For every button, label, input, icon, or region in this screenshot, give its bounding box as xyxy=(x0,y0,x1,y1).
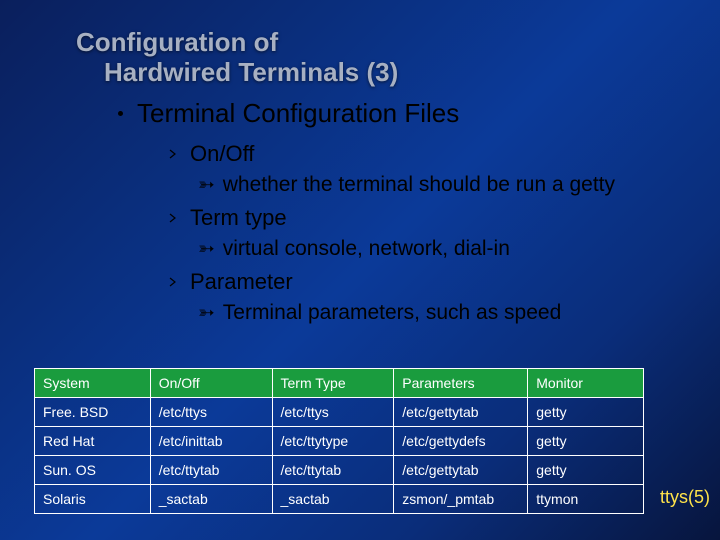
sub-sub-bullet-text: whether the terminal should be run a get… xyxy=(223,173,615,197)
table: System On/Off Term Type Parameters Monit… xyxy=(34,368,644,514)
table-cell: _sactab xyxy=(150,485,272,514)
table-cell: Sun. OS xyxy=(35,456,151,485)
sub-sub-bullet: ➳ whether the terminal should be run a g… xyxy=(168,173,720,197)
table-row: Red Hat /etc/inittab /etc/ttytype /etc/g… xyxy=(35,427,644,456)
tilde-icon: ➳ xyxy=(198,175,215,195)
sub-sub-bullet: ➳ virtual console, network, dial-in xyxy=(168,237,720,261)
chevron-right-icon xyxy=(168,213,178,223)
table-header: System xyxy=(35,369,151,398)
table-cell: /etc/ttytype xyxy=(272,427,394,456)
table-row: Free. BSD /etc/ttys /etc/ttys /etc/getty… xyxy=(35,398,644,427)
table-row: Solaris _sactab _sactab zsmon/_pmtab tty… xyxy=(35,485,644,514)
table-cell: Red Hat xyxy=(35,427,151,456)
table-cell: getty xyxy=(528,456,644,485)
table-header-row: System On/Off Term Type Parameters Monit… xyxy=(35,369,644,398)
table-header: Term Type xyxy=(272,369,394,398)
table-cell: /etc/ttys xyxy=(150,398,272,427)
table-cell: getty xyxy=(528,427,644,456)
table-cell: /etc/gettytab xyxy=(394,398,528,427)
table-header: On/Off xyxy=(150,369,272,398)
slide-title: Configuration of Hardwired Terminals (3) xyxy=(0,28,720,88)
table-cell: Free. BSD xyxy=(35,398,151,427)
slide: Configuration of Hardwired Terminals (3)… xyxy=(0,0,720,540)
table-header: Parameters xyxy=(394,369,528,398)
table-cell: ttymon xyxy=(528,485,644,514)
table-cell: getty xyxy=(528,398,644,427)
main-bullet: Terminal Configuration Files xyxy=(0,98,720,129)
sub-bullet: On/Off xyxy=(168,141,720,167)
sub-bullet: Parameter xyxy=(168,269,720,295)
tilde-icon: ➳ xyxy=(198,303,215,323)
table-cell: _sactab xyxy=(272,485,394,514)
chevron-right-icon xyxy=(168,277,178,287)
table-cell: /etc/gettytab xyxy=(394,456,528,485)
table-cell: /etc/inittab xyxy=(150,427,272,456)
tilde-icon: ➳ xyxy=(198,239,215,259)
sub-bullet: Term type xyxy=(168,205,720,231)
sub-sub-bullet: ➳ Terminal parameters, such as speed xyxy=(168,301,720,325)
chevron-right-icon xyxy=(168,149,178,159)
table-cell: /etc/ttys xyxy=(272,398,394,427)
sub-sub-bullet-text: virtual console, network, dial-in xyxy=(223,237,510,261)
table-header: Monitor xyxy=(528,369,644,398)
table-cell: zsmon/_pmtab xyxy=(394,485,528,514)
main-bullet-label: Terminal Configuration Files xyxy=(137,98,459,129)
table-row: Sun. OS /etc/ttytab /etc/ttytab /etc/get… xyxy=(35,456,644,485)
sub-bullet-label: Term type xyxy=(190,205,287,231)
sub-sub-bullet-text: Terminal parameters, such as speed xyxy=(223,301,562,325)
title-line-2: Hardwired Terminals (3) xyxy=(76,58,720,88)
config-table: System On/Off Term Type Parameters Monit… xyxy=(34,368,644,514)
table-cell: Solaris xyxy=(35,485,151,514)
bullet-list: On/Off ➳ whether the terminal should be … xyxy=(0,141,720,325)
table-cell: /etc/gettydefs xyxy=(394,427,528,456)
sub-bullet-label: Parameter xyxy=(190,269,293,295)
sub-bullet-label: On/Off xyxy=(190,141,254,167)
title-line-1: Configuration of xyxy=(76,28,720,58)
table-cell: /etc/ttytab xyxy=(272,456,394,485)
footnote: ttys(5) xyxy=(660,487,710,508)
bullet-dot-icon xyxy=(118,111,123,116)
table-cell: /etc/ttytab xyxy=(150,456,272,485)
